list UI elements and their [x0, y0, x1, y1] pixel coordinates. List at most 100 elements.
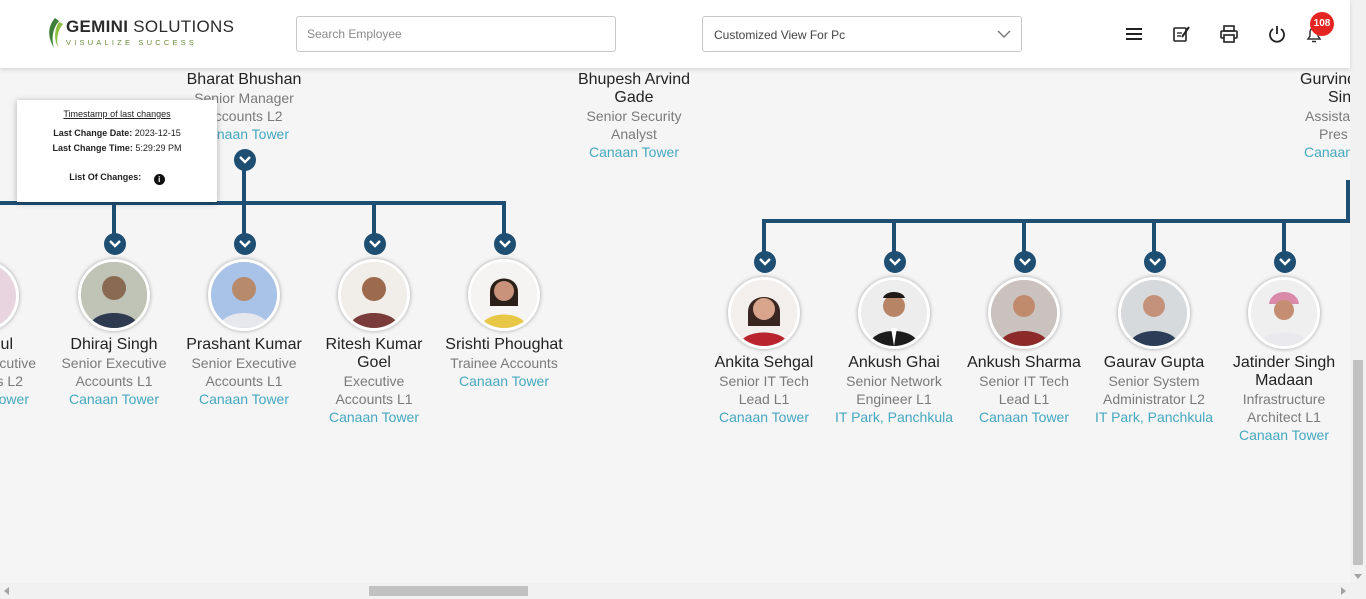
- employee-role: ecutive: [0, 355, 36, 371]
- power-icon[interactable]: [1267, 24, 1287, 44]
- print-icon[interactable]: [1219, 24, 1239, 44]
- person-photo: [471, 262, 537, 328]
- chevron-down-icon: [997, 30, 1011, 38]
- expand-toggle[interactable]: [884, 251, 906, 273]
- employee-name: Jatinder Singh: [1232, 354, 1336, 371]
- chevron-down-icon: [759, 258, 771, 266]
- employee-role: s L2: [0, 373, 23, 389]
- employee-card-jatinder-singh-madaan[interactable]: Jatinder Singh Madaan Infrastructure Arc…: [1214, 354, 1354, 444]
- employee-name: Madaan: [1255, 372, 1313, 389]
- horizontal-scroll-thumb[interactable]: [369, 586, 528, 596]
- expand-toggle[interactable]: [1014, 251, 1036, 273]
- vertical-scrollbar[interactable]: [1350, 0, 1366, 583]
- employee-name: Goel: [357, 354, 391, 371]
- chevron-down-icon: [369, 240, 381, 248]
- company-logo[interactable]: GEMINI SOLUTIONS VISUALIZE SUCCESS: [46, 16, 234, 50]
- avatar[interactable]: [208, 259, 280, 331]
- employee-name: Sin: [1328, 89, 1350, 106]
- employee-card-ritesh-kumar-goel[interactable]: Ritesh Kumar Goel Executive Accounts L1 …: [304, 336, 444, 426]
- avatar[interactable]: [1118, 277, 1190, 349]
- chevron-down-icon: [109, 240, 121, 248]
- logo-wordmark: GEMINI SOLUTIONS: [66, 17, 235, 36]
- avatar[interactable]: [78, 259, 150, 331]
- employee-name: Gurvind: [1300, 71, 1350, 88]
- menu-icon[interactable]: [1124, 24, 1144, 44]
- employee-card-gaurav-gupta[interactable]: Gaurav Gupta Senior System Administrator…: [1084, 354, 1224, 426]
- employee-name: Gaurav Gupta: [1103, 354, 1205, 371]
- employee-location-link[interactable]: ower: [0, 390, 29, 408]
- employee-location-link[interactable]: Canaan Tower: [1214, 426, 1354, 444]
- employee-location-link[interactable]: Canaan Tower: [174, 390, 314, 408]
- employee-role: Executive: [343, 373, 405, 389]
- manager-card-gurvinder[interactable]: Gurvind Sin Assista Pres Canaan: [1278, 71, 1350, 161]
- employee-location-link[interactable]: Canaan Tower: [304, 408, 444, 426]
- employee-card-ankita-sehgal[interactable]: Ankita Sehgal Senior IT Tech Lead L1 Can…: [694, 354, 834, 426]
- employee-role: Senior Network: [846, 373, 942, 389]
- expand-toggle[interactable]: [104, 233, 126, 255]
- tooltip-title: Timestamp of last changes: [63, 109, 171, 119]
- avatar[interactable]: [468, 259, 540, 331]
- employee-card-partial[interactable]: ul ecutive s L2 ower: [0, 336, 36, 408]
- expand-toggle[interactable]: [364, 233, 386, 255]
- avatar[interactable]: [728, 277, 800, 349]
- chevron-down-icon: [1019, 258, 1031, 266]
- employee-card-ankush-sharma[interactable]: Ankush Sharma Senior IT Tech Lead L1 Can…: [954, 354, 1094, 426]
- person-photo: [1251, 280, 1317, 346]
- manager-card-bhupesh-gade[interactable]: Bhupesh Arvind Gade Senior Security Anal…: [564, 71, 704, 161]
- employee-name: Bhupesh Arvind: [577, 71, 691, 88]
- vertical-scroll-thumb[interactable]: [1353, 360, 1363, 565]
- employee-role: Lead L1: [738, 391, 790, 407]
- chevron-down-icon: [1279, 258, 1291, 266]
- employee-role: Pres: [1319, 126, 1348, 142]
- scroll-right-arrow-icon[interactable]: [1338, 583, 1348, 599]
- employee-location-link[interactable]: Canaan Tower: [954, 408, 1094, 426]
- avatar[interactable]: [338, 259, 410, 331]
- expand-toggle[interactable]: [234, 233, 256, 255]
- person-photo: [861, 280, 927, 346]
- view-select-value: Customized View For Pc: [714, 28, 846, 42]
- employee-location-link[interactable]: Canaan: [1278, 143, 1350, 161]
- employee-name: Ankush Ghai: [848, 354, 940, 371]
- view-select-dropdown[interactable]: Customized View For Pc: [702, 16, 1022, 52]
- employee-location-link[interactable]: IT Park, Panchkula: [824, 408, 964, 426]
- expand-toggle[interactable]: [494, 233, 516, 255]
- employee-card-prashant-kumar[interactable]: Prashant Kumar Senior Executive Accounts…: [174, 336, 314, 408]
- list-of-changes-row: List Of Changes: i: [17, 172, 217, 185]
- employee-name: Prashant Kumar: [186, 336, 302, 353]
- horizontal-scrollbar[interactable]: [0, 583, 1366, 599]
- scroll-left-arrow-icon[interactable]: [2, 583, 12, 599]
- last-change-time-row: Last Change Time: 5:29:29 PM: [52, 143, 182, 153]
- employee-location-link[interactable]: IT Park, Panchkula: [1084, 408, 1224, 426]
- employee-role: Analyst: [611, 126, 657, 142]
- expand-toggle-bharat-bhushan[interactable]: [234, 149, 256, 171]
- employee-role: Accounts L1: [335, 391, 413, 407]
- employee-role: Senior System: [1108, 373, 1200, 389]
- employee-card-srishti-phoughat[interactable]: Srishti Phoughat Trainee Accounts Canaan…: [434, 336, 574, 390]
- person-photo: [211, 262, 277, 328]
- expand-toggle[interactable]: [1274, 251, 1296, 273]
- avatar[interactable]: [858, 277, 930, 349]
- scroll-down-arrow-icon[interactable]: [1350, 572, 1366, 582]
- person-photo: [341, 262, 407, 328]
- info-icon[interactable]: i: [153, 174, 165, 185]
- employee-location-link[interactable]: Canaan Tower: [564, 143, 704, 161]
- search-employee-input[interactable]: [296, 16, 616, 52]
- employee-role: Senior IT Tech: [979, 373, 1069, 389]
- avatar[interactable]: [1248, 277, 1320, 349]
- expand-toggle[interactable]: [1144, 251, 1166, 273]
- expand-toggle[interactable]: [754, 251, 776, 273]
- employee-name: ul: [0, 336, 13, 353]
- employee-card-ankush-ghai[interactable]: Ankush Ghai Senior Network Engineer L1 I…: [824, 354, 964, 426]
- edit-note-icon[interactable]: [1171, 24, 1191, 44]
- employee-location-link[interactable]: Canaan Tower: [694, 408, 834, 426]
- chevron-down-icon: [239, 240, 251, 248]
- employee-name: Bharat Bhushan: [186, 71, 302, 88]
- avatar[interactable]: [988, 277, 1060, 349]
- employee-card-dhiraj-singh[interactable]: Dhiraj Singh Senior Executive Accounts L…: [44, 336, 184, 408]
- last-changes-tooltip: Timestamp of last changes Last Change Da…: [17, 100, 217, 202]
- employee-location-link[interactable]: Canaan Tower: [44, 390, 184, 408]
- employee-location-link[interactable]: Canaan Tower: [434, 372, 574, 390]
- chevron-down-icon: [889, 258, 901, 266]
- employee-name: Dhiraj Singh: [70, 336, 158, 353]
- chevron-down-icon: [1149, 258, 1161, 266]
